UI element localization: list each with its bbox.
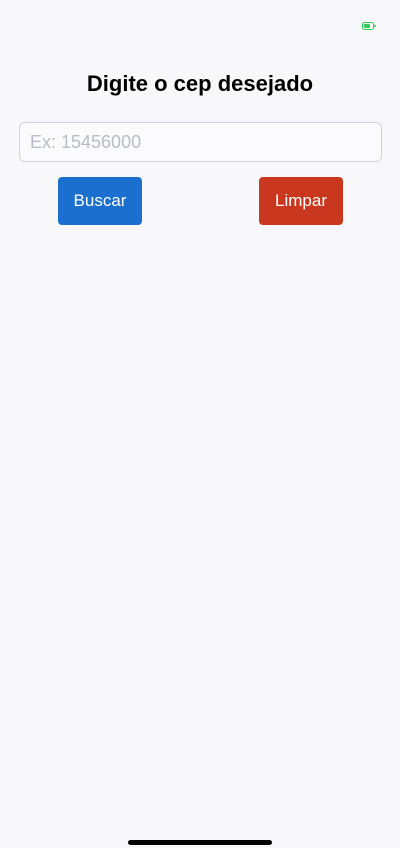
search-button[interactable]: Buscar [58, 177, 142, 225]
status-bar [0, 0, 400, 44]
clear-button[interactable]: Limpar [259, 177, 343, 225]
battery-charging-icon [362, 17, 376, 30]
page-title: Digite o cep desejado [86, 71, 314, 96]
cep-input[interactable] [19, 122, 382, 162]
home-indicator[interactable] [128, 840, 272, 845]
